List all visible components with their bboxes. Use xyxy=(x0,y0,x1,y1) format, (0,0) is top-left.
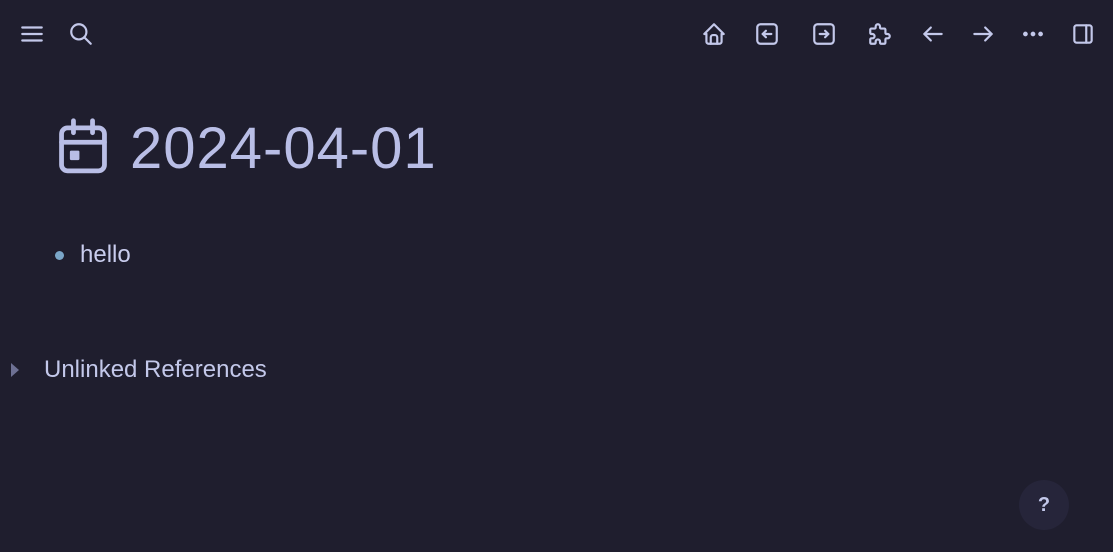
arrow-left-icon xyxy=(923,26,943,42)
plugins-button[interactable] xyxy=(863,17,897,51)
arrow-right-icon xyxy=(973,26,993,42)
page-title-row: 2024-04-01 xyxy=(54,118,437,180)
unlinked-references-label[interactable]: Unlinked References xyxy=(44,356,267,384)
home-button[interactable] xyxy=(697,17,731,51)
top-toolbar xyxy=(0,0,1113,68)
navigate-back-button[interactable] xyxy=(916,17,950,51)
app-window: 2024-04-01 hello Unlinked References ? xyxy=(0,0,1113,552)
back-box-button[interactable] xyxy=(750,17,784,51)
search-button[interactable] xyxy=(64,17,98,51)
puzzle-icon xyxy=(869,23,891,45)
toggle-right-sidebar-button[interactable] xyxy=(1066,17,1100,51)
list-item[interactable]: hello xyxy=(54,240,131,270)
menu-button[interactable] xyxy=(15,17,49,51)
arrow-right-box-icon xyxy=(813,23,835,45)
arrow-left-box-icon xyxy=(756,23,778,45)
block-bullet[interactable] xyxy=(55,250,64,260)
caret-right-icon[interactable] xyxy=(11,363,19,377)
block-content[interactable]: hello xyxy=(80,241,131,269)
menu-icon xyxy=(21,26,43,42)
more-icon xyxy=(1023,31,1043,37)
forward-box-button[interactable] xyxy=(807,17,841,51)
sidebar-toggle-icon xyxy=(1073,24,1093,44)
calendar-icon xyxy=(54,116,112,183)
search-icon xyxy=(70,23,92,45)
navigate-forward-button[interactable] xyxy=(966,17,1000,51)
home-icon xyxy=(703,23,725,45)
more-button[interactable] xyxy=(1016,17,1050,51)
help-button[interactable]: ? xyxy=(1019,480,1069,530)
unlinked-references-toggle[interactable]: Unlinked References xyxy=(8,354,267,386)
page-title[interactable]: 2024-04-01 xyxy=(130,118,437,180)
